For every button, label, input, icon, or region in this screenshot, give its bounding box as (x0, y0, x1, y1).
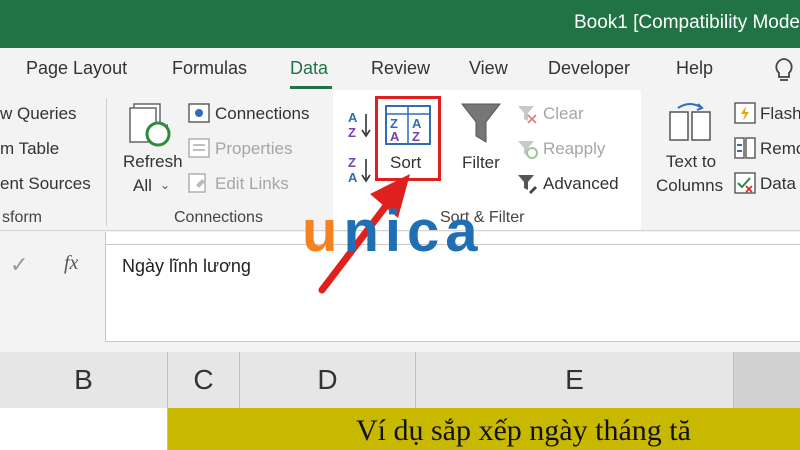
data-validation-button[interactable]: Data (760, 174, 796, 194)
tab-review[interactable]: Review (371, 58, 430, 79)
column-header-d[interactable]: D (240, 352, 416, 408)
lightbulb-icon[interactable] (772, 56, 796, 84)
properties-icon (188, 138, 210, 158)
title-bar: Book1 [Compatibility Mode (0, 0, 800, 48)
svg-text:A: A (348, 110, 358, 125)
active-tab-indicator (290, 86, 332, 89)
reapply-icon (518, 141, 538, 159)
refresh-all-label[interactable]: Refresh (123, 152, 183, 172)
tab-view[interactable]: View (469, 58, 508, 79)
refresh-all-sublabel[interactable]: All (133, 176, 152, 196)
filter-button-label[interactable]: Filter (462, 153, 500, 173)
advanced-button[interactable]: Advanced (543, 174, 619, 194)
connections-icon (188, 103, 210, 123)
flash-fill-button[interactable]: Flash (760, 104, 800, 124)
tab-formulas[interactable]: Formulas (172, 58, 247, 79)
column-header-e[interactable]: E (416, 352, 734, 408)
remove-duplicates-icon (734, 137, 756, 159)
tab-data[interactable]: Data (290, 58, 328, 79)
column-header-f[interactable] (734, 352, 800, 408)
column-header-b[interactable]: B (0, 352, 168, 408)
reapply-button[interactable]: Reapply (543, 139, 605, 159)
get-transform-group-label: sform (2, 209, 42, 226)
column-header-c[interactable]: C (168, 352, 240, 408)
data-validation-icon (734, 172, 756, 194)
edit-links-button[interactable]: Edit Links (215, 174, 289, 194)
recent-sources-button[interactable]: ent Sources (0, 174, 91, 194)
tab-help[interactable]: Help (676, 58, 713, 79)
clear-filter-icon (518, 106, 537, 124)
remove-duplicates-button[interactable]: Remo (760, 139, 800, 159)
svg-text:Z: Z (348, 125, 356, 140)
text-to-columns-label-2[interactable]: Columns (656, 176, 723, 196)
chevron-down-icon[interactable]: ⌄ (160, 178, 170, 192)
refresh-all-icon[interactable] (128, 102, 176, 148)
tab-developer[interactable]: Developer (548, 58, 630, 79)
new-queries-button[interactable]: w Queries (0, 104, 77, 124)
formula-value: Ngày lĩnh lương (122, 256, 251, 276)
edit-links-icon (188, 173, 206, 193)
advanced-filter-icon (518, 175, 537, 194)
connections-group-label: Connections (174, 209, 263, 226)
text-to-columns-label-1[interactable]: Text to (666, 152, 716, 172)
filter-funnel-icon[interactable] (460, 102, 502, 146)
fx-icon[interactable]: fx (64, 252, 78, 275)
cell-title-text: Ví dụ sắp xếp ngày tháng tă (356, 414, 691, 447)
sort-a-to-z-icon[interactable]: A Z (346, 110, 374, 140)
formula-controls (0, 232, 106, 342)
from-table-button[interactable]: m Table (0, 139, 59, 159)
tab-page-layout[interactable]: Page Layout (26, 58, 127, 79)
ribbon-tabs: Page Layout Formulas Data Review View De… (0, 48, 800, 90)
window-title: Book1 [Compatibility Mode (574, 12, 800, 33)
connections-button[interactable]: Connections (215, 104, 310, 124)
ribbon-separator (106, 98, 107, 226)
clear-button[interactable]: Clear (543, 104, 584, 124)
text-to-columns-icon[interactable] (668, 102, 712, 146)
properties-button[interactable]: Properties (215, 139, 292, 159)
flash-fill-icon (734, 102, 756, 124)
cell-b[interactable] (0, 408, 168, 450)
unica-watermark: unica (302, 199, 484, 264)
enter-check-icon[interactable]: ✓ (10, 252, 28, 278)
